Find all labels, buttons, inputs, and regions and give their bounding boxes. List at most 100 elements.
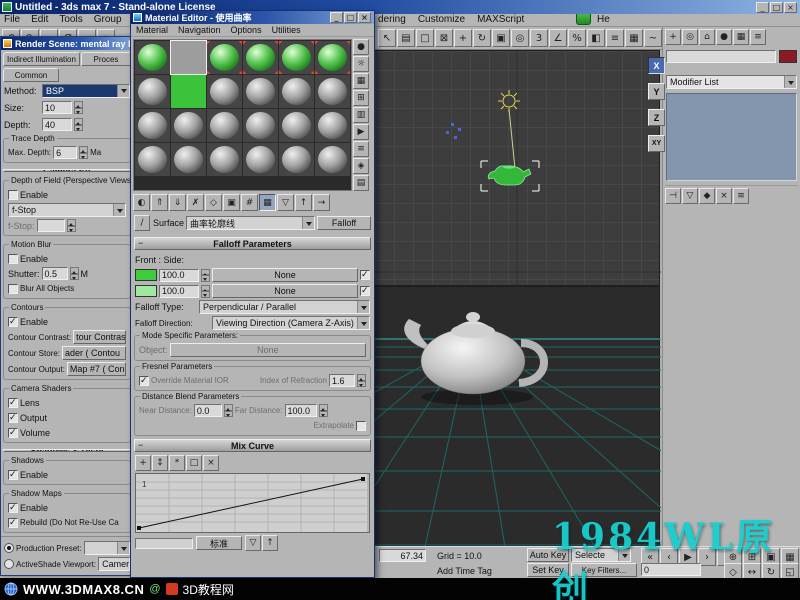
material-sample-slot[interactable] (135, 41, 170, 74)
ior-field[interactable]: 1.6 (329, 374, 355, 387)
depth-spinner[interactable] (74, 118, 83, 131)
material-sample-slot[interactable] (207, 41, 242, 74)
motion-blur-enable-checkbox[interactable] (8, 254, 18, 264)
render-dialog-titlebar[interactable]: Render Scene: mental ray Re (1, 37, 133, 50)
reset-map-icon[interactable]: ✗ (187, 194, 204, 211)
output-checkbox[interactable] (8, 413, 18, 423)
create-tab-icon[interactable]: + (665, 29, 681, 45)
mix-curve-rollout[interactable]: Mix Curve (134, 439, 371, 452)
fstop-field[interactable] (37, 219, 65, 232)
material-sample-slot[interactable] (279, 75, 314, 108)
viewport-dropdown[interactable]: Camera (98, 557, 130, 571)
restrict-xy-plane-button[interactable]: XY (648, 135, 665, 152)
viewport-perspective[interactable] (374, 286, 660, 546)
go-to-parent-icon[interactable]: ↑ (262, 535, 278, 551)
me-minimize-button[interactable]: _ (330, 12, 343, 23)
utilities-tab-icon[interactable]: ≡ (750, 29, 766, 45)
layer-manager-icon[interactable]: ▦ (625, 29, 643, 47)
put-to-library-icon[interactable]: ▣ (223, 194, 240, 211)
material-map-navigator-icon[interactable]: ▤ (353, 175, 369, 191)
me-menu-material[interactable]: Material (136, 25, 168, 35)
curve-editor-icon[interactable]: ~ (644, 29, 662, 47)
select-by-material-icon[interactable]: ◈ (353, 158, 369, 174)
show-end-result-icon[interactable]: ▽ (245, 535, 261, 551)
tab-processing[interactable]: Proces (81, 52, 131, 66)
teapot-object-3d[interactable] (404, 312, 544, 405)
side-color-swatch[interactable] (135, 285, 157, 297)
override-ior-checkbox[interactable] (139, 376, 149, 386)
rebuild-checkbox[interactable] (8, 518, 18, 528)
camera-effects-rollout[interactable]: Camera Eff (3, 169, 131, 172)
side-amount-field[interactable]: 100.0 (159, 285, 199, 298)
material-sample-slot[interactable] (135, 75, 170, 108)
method-dropdown[interactable]: BSP (42, 84, 130, 98)
teapot-object-top[interactable] (488, 165, 531, 185)
make-unique-icon[interactable]: ◆ (699, 188, 715, 204)
go-forward-sibling-icon[interactable]: → (313, 194, 330, 211)
coordinate-field[interactable]: 67.34 (379, 549, 426, 562)
mix-curve-canvas[interactable]: 1 (136, 474, 367, 532)
object-none-button[interactable]: None (170, 343, 366, 357)
menu-group[interactable]: Group (94, 14, 122, 25)
blur-all-objects-checkbox[interactable] (8, 284, 18, 294)
helper-dots[interactable] (446, 123, 461, 139)
material-sample-slot[interactable] (315, 75, 350, 108)
material-sample-slot[interactable] (207, 109, 242, 142)
material-sample-slot[interactable] (171, 143, 206, 176)
make-preview-icon[interactable]: ▶ (353, 124, 369, 140)
contours-enable-checkbox[interactable] (8, 317, 18, 327)
shutter-field[interactable]: 0.5 (42, 267, 68, 280)
show-map-in-viewport-icon[interactable]: ▦ (259, 194, 276, 211)
shutter-spinner[interactable] (70, 267, 79, 280)
menu-file[interactable]: File (4, 14, 20, 25)
me-maximize-button[interactable]: □ (344, 12, 357, 23)
tab-common[interactable]: Common (3, 68, 59, 82)
snap-toggle-icon[interactable]: 3 (530, 29, 548, 47)
mix-curve-line[interactable] (139, 479, 363, 528)
material-sample-slot[interactable] (243, 143, 278, 176)
put-material-to-scene-icon[interactable]: ⇑ (151, 194, 168, 211)
menu-edit[interactable]: Edit (31, 14, 48, 25)
ior-spinner[interactable] (357, 374, 366, 387)
restrict-y-button[interactable]: Y (648, 83, 665, 100)
object-color-swatch[interactable] (779, 50, 797, 63)
front-color-swatch[interactable] (135, 269, 157, 281)
size-spinner[interactable] (74, 101, 83, 114)
standard-button[interactable]: 标准 (196, 536, 242, 550)
me-menu-options[interactable]: Options (231, 25, 262, 35)
restrict-x-button[interactable]: X (648, 57, 665, 74)
side-map-button[interactable]: None (212, 284, 358, 298)
select-object-icon[interactable]: ↖ (378, 29, 396, 47)
me-menu-navigation[interactable]: Navigation (178, 25, 221, 35)
pick-material-from-object-icon[interactable]: ∕ (134, 215, 150, 231)
material-sample-slot[interactable] (315, 41, 350, 74)
material-sample-slot[interactable] (279, 109, 314, 142)
minimize-button[interactable]: _ (756, 2, 769, 13)
viewport-top[interactable] (374, 50, 660, 286)
menu-customize[interactable]: Customize (418, 14, 465, 25)
move-point-icon[interactable]: + (135, 455, 151, 471)
hierarchy-tab-icon[interactable]: ⌂ (699, 29, 715, 45)
production-radio[interactable] (4, 543, 14, 553)
select-and-move-icon[interactable]: + (454, 29, 472, 47)
far-distance-spinner[interactable] (319, 404, 328, 417)
size-field[interactable]: 10 (42, 101, 72, 114)
material-sample-slot[interactable] (243, 41, 278, 74)
contour-output-button[interactable]: Map #7 ( Con (67, 362, 126, 376)
curve-point-end[interactable] (361, 477, 365, 481)
near-distance-spinner[interactable] (224, 404, 233, 417)
menu-help-partial[interactable]: He (597, 14, 610, 25)
configure-modifier-sets-icon[interactable]: ≡ (733, 188, 749, 204)
pin-stack-icon[interactable]: ⊣ (665, 188, 681, 204)
background-icon[interactable]: ▦ (353, 73, 369, 89)
angle-snap-icon[interactable]: ∠ (549, 29, 567, 47)
close-button[interactable]: × (784, 2, 797, 13)
activeshade-radio[interactable] (4, 559, 14, 569)
material-type-button[interactable]: Falloff (317, 216, 371, 230)
volume-checkbox[interactable] (8, 428, 18, 438)
curve-point-start[interactable] (137, 526, 141, 530)
sample-uv-tiling-icon[interactable]: ⊞ (353, 90, 369, 106)
omni-light[interactable] (498, 90, 520, 112)
scale-point-icon[interactable]: ↕ (152, 455, 168, 471)
falloff-direction-dropdown[interactable]: Viewing Direction (Camera Z-Axis) (212, 316, 370, 330)
